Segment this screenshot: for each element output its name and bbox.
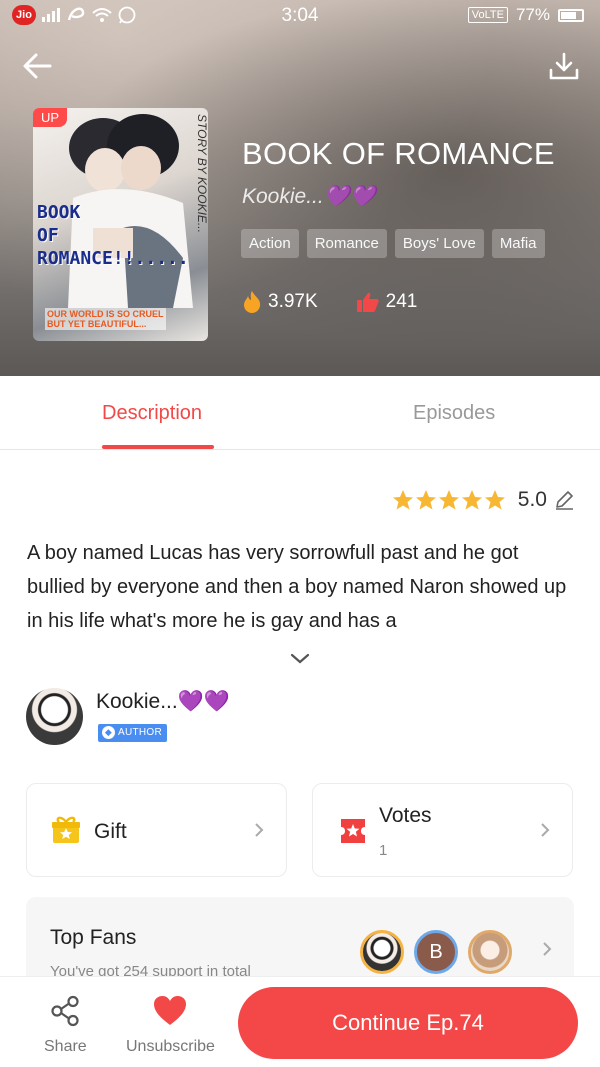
top-fans-card[interactable]: Top Fans You've got 254 support in total… bbox=[26, 897, 574, 987]
unsubscribe-label: Unsubscribe bbox=[126, 1038, 215, 1055]
gift-icon bbox=[52, 816, 80, 843]
votes-card[interactable]: Votes 1 bbox=[312, 783, 573, 877]
tab-description[interactable]: Description bbox=[102, 402, 202, 425]
cover-tagline: OUR WORLD IS SO CRUEL BUT YET BEAUTIFUL.… bbox=[45, 308, 166, 330]
tag-romance[interactable]: Romance bbox=[306, 229, 387, 258]
book-cover: UP BOOK OF ROMANCE!!..... STORY BY KOOKI… bbox=[33, 108, 208, 341]
tag-action[interactable]: Action bbox=[241, 229, 299, 258]
tag-boys-love[interactable]: Boys' Love bbox=[394, 229, 484, 258]
status-bar: Jio 3:04 VoLTE 77% bbox=[0, 0, 600, 32]
author-badge-label: AUTHOR bbox=[118, 727, 163, 738]
genre-tags: Action Romance Boys' Love Mafia bbox=[241, 229, 545, 258]
fan-avatar[interactable] bbox=[468, 930, 512, 974]
fire-icon bbox=[244, 291, 261, 313]
expand-chevron-icon[interactable] bbox=[288, 651, 312, 667]
likes-count: 241 bbox=[385, 291, 418, 312]
share-label: Share bbox=[44, 1038, 87, 1055]
edit-pencil-icon[interactable] bbox=[553, 489, 575, 511]
votes-count: 1 bbox=[379, 842, 388, 859]
share-button[interactable]: Share bbox=[44, 995, 87, 1056]
rating[interactable]: 5.0 bbox=[392, 488, 575, 512]
tag-mafia[interactable]: Mafia bbox=[491, 229, 545, 258]
author-avatar[interactable] bbox=[26, 688, 83, 745]
continue-reading-button[interactable]: Continue Ep.74 bbox=[238, 987, 578, 1059]
tab-bar: Description Episodes bbox=[0, 376, 600, 450]
author-badge: ◆ AUTHOR bbox=[98, 724, 168, 742]
battery-icon bbox=[558, 8, 584, 22]
volte-badge: VoLTE bbox=[467, 7, 508, 23]
chevron-right-icon bbox=[255, 823, 264, 837]
heart-icon bbox=[154, 996, 187, 1025]
bottom-action-bar: Share Unsubscribe Continue Ep.74 bbox=[0, 976, 600, 1067]
votes-label: Votes bbox=[379, 804, 432, 827]
fan-avatar[interactable] bbox=[360, 930, 404, 974]
book-stats: 3.97K 241 bbox=[242, 290, 417, 314]
chevron-right-icon bbox=[543, 942, 552, 956]
up-badge: UP bbox=[33, 108, 68, 127]
gift-label: Gift bbox=[94, 820, 127, 843]
active-tab-indicator bbox=[102, 445, 214, 449]
book-title: BOOK OF ROMANCE bbox=[242, 136, 555, 171]
author-profile[interactable]: Kookie...💜💜 ◆ AUTHOR bbox=[26, 688, 326, 748]
book-description: A boy named Lucas has very sorrowfull pa… bbox=[27, 542, 567, 632]
cover-byline: STORY BY KOOKIE... bbox=[195, 114, 208, 233]
author-name[interactable]: Kookie...💜💜 bbox=[96, 690, 230, 714]
share-icon bbox=[51, 995, 79, 1027]
author-badge-icon: ◆ bbox=[102, 726, 115, 739]
tab-episodes[interactable]: Episodes bbox=[413, 402, 495, 425]
top-fans-title: Top Fans bbox=[50, 926, 137, 949]
battery-percent: 77% bbox=[515, 5, 550, 24]
unsubscribe-button[interactable]: Unsubscribe bbox=[126, 995, 215, 1056]
rating-value: 5.0 bbox=[517, 488, 547, 511]
views-count: 3.97K bbox=[268, 291, 318, 312]
back-arrow-icon[interactable] bbox=[20, 48, 56, 84]
cover-title: BOOK OF ROMANCE!!..... bbox=[37, 202, 189, 269]
book-author[interactable]: Kookie...💜💜 bbox=[242, 185, 376, 209]
rating-stars bbox=[392, 490, 505, 510]
download-icon[interactable] bbox=[548, 48, 580, 84]
likes-stat: 241 bbox=[356, 290, 418, 314]
gift-card[interactable]: Gift bbox=[26, 783, 287, 877]
thumbs-up-icon bbox=[356, 292, 379, 312]
chevron-right-icon bbox=[541, 823, 550, 837]
views-stat: 3.97K bbox=[242, 290, 318, 314]
book-header: Jio 3:04 VoLTE 77% UP BOOK OF ROMANCE!!.… bbox=[0, 0, 600, 376]
vote-ticket-icon bbox=[341, 819, 365, 843]
fan-avatar[interactable]: B bbox=[414, 930, 458, 974]
